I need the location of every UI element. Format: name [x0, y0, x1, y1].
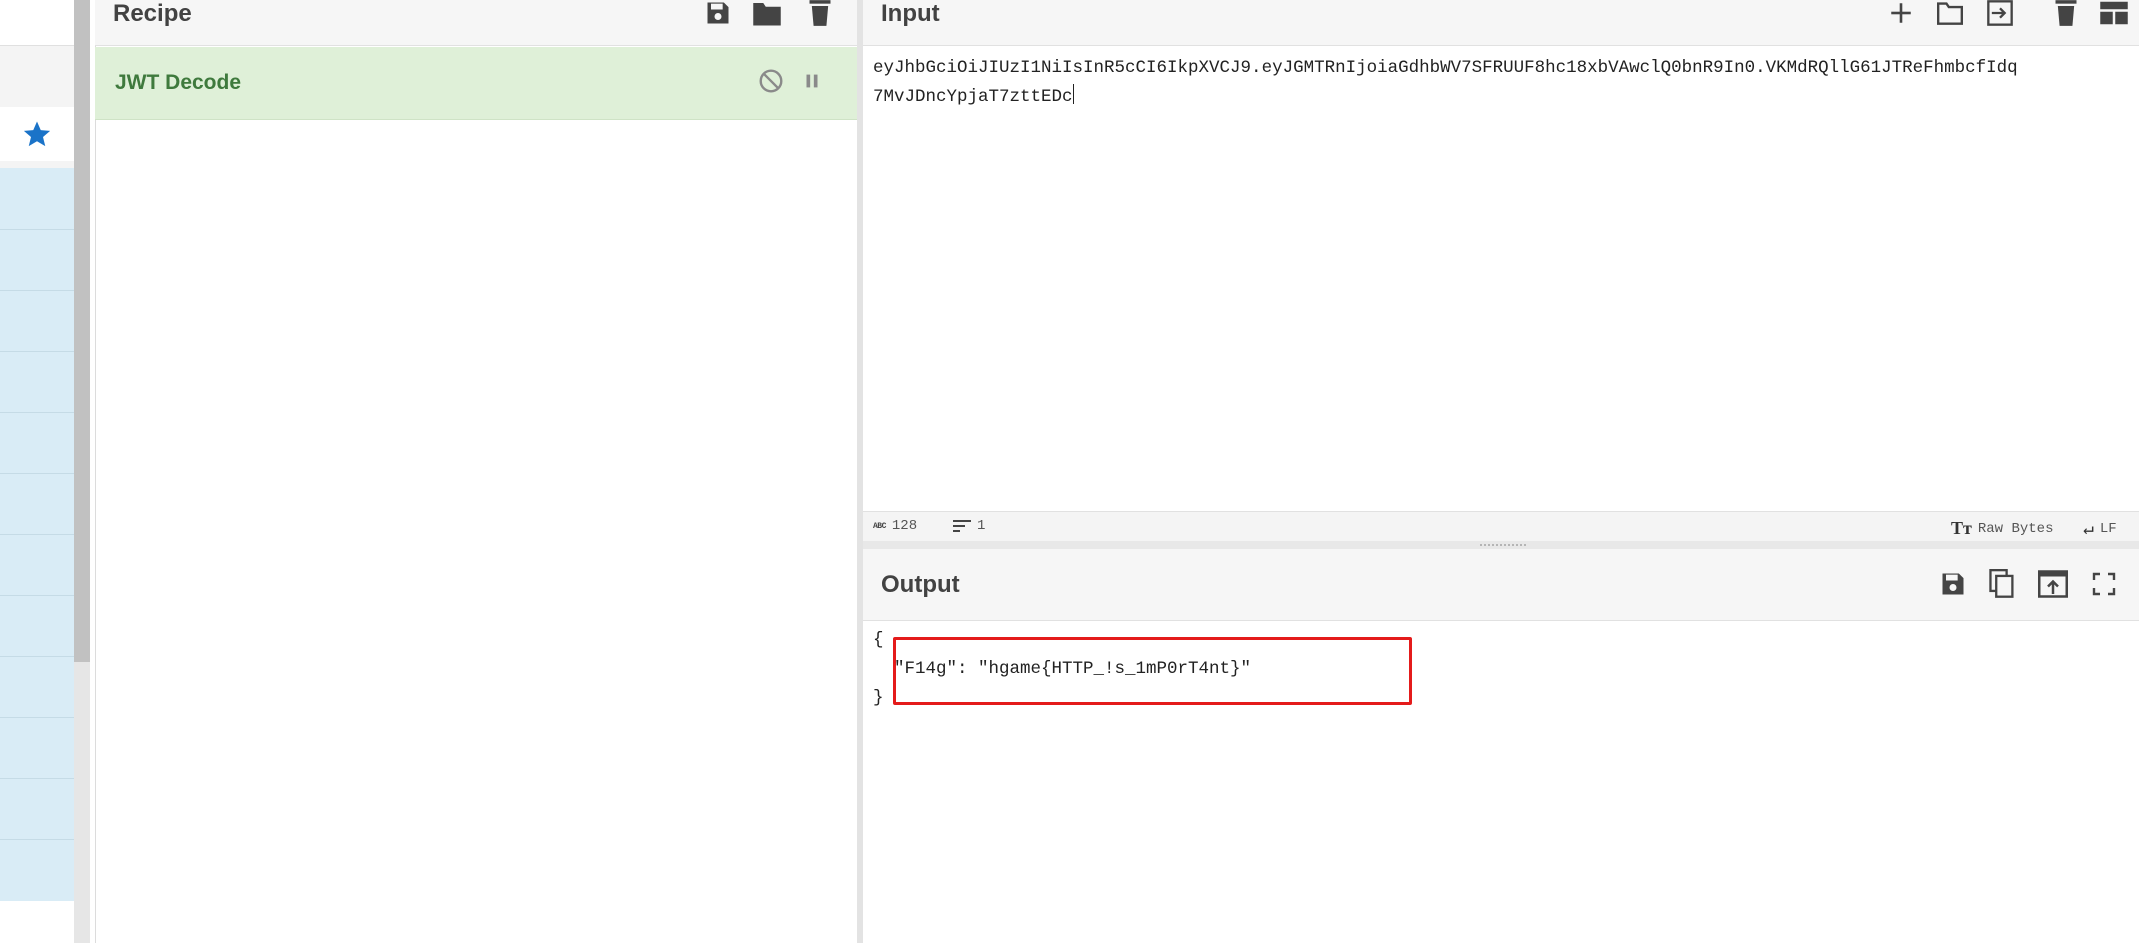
- category-divider: [0, 229, 74, 230]
- text-caret: [1072, 84, 1074, 104]
- input-line-2: 7MvJDncYpjaT7zttEDc: [873, 87, 1073, 107]
- star-icon: [23, 121, 51, 147]
- open-file-button[interactable]: [1933, 0, 1967, 29]
- input-lines-value: 1: [977, 518, 986, 534]
- category-divider: [0, 717, 74, 718]
- clear-input-button[interactable]: [2051, 0, 2081, 29]
- input-arrow-icon: [1987, 0, 2013, 26]
- category-divider: [0, 534, 74, 535]
- flag-highlight-box: [893, 637, 1412, 705]
- operations-scrollbar-thumb[interactable]: [74, 0, 90, 662]
- output-header: Output: [863, 549, 2139, 621]
- output-close-brace: }: [873, 688, 884, 708]
- input-encoding-value: Raw Bytes: [1977, 520, 2054, 537]
- replace-input-button[interactable]: [2036, 567, 2070, 601]
- category-divider: [0, 412, 74, 413]
- abc-icon: ABC: [873, 521, 886, 531]
- operations-search-area[interactable]: [0, 0, 74, 46]
- recipe-title: Recipe: [113, 0, 192, 27]
- splitter-grip[interactable]: [1480, 544, 1526, 546]
- input-textarea[interactable]: eyJhbGciOiJIUzI1NiIsInR5cCI6IkpXVCJ9.eyJ…: [873, 54, 2135, 494]
- category-divider: [0, 473, 74, 474]
- open-folder-button[interactable]: [1983, 0, 2017, 29]
- recipe-header: Recipe: [95, 0, 857, 46]
- maximize-icon: [2092, 572, 2116, 596]
- category-divider: [0, 656, 74, 657]
- copy-icon: [1989, 569, 2014, 598]
- category-divider: [0, 778, 74, 779]
- clear-recipe-button-icon-wrap[interactable]: [805, 0, 835, 28]
- favourites-category[interactable]: [0, 107, 74, 161]
- input-eol-selector[interactable]: ↵ LF: [2083, 518, 2117, 540]
- maximize-output-button[interactable]: [2087, 567, 2121, 601]
- category-divider: [0, 351, 74, 352]
- lines-icon: [953, 520, 971, 532]
- save-recipe-button[interactable]: [703, 0, 733, 28]
- operations-category-list[interactable]: [0, 168, 74, 901]
- output-title: Output: [881, 571, 960, 598]
- disable-operation-button[interactable]: [757, 67, 785, 95]
- load-recipe-button[interactable]: [752, 0, 782, 28]
- trash-icon: [809, 0, 831, 26]
- input-status-bar: ABC 128 1 Tт Raw Bytes ↵ LF: [863, 511, 2139, 541]
- recipe-operation-jwt-decode[interactable]: JWT Decode: [95, 47, 857, 120]
- save-icon: [707, 2, 729, 24]
- reset-layout-button[interactable]: [2097, 0, 2131, 29]
- input-length-value: 128: [891, 518, 918, 534]
- input-length-stat: ABC 128: [873, 518, 917, 534]
- pause-operation-button[interactable]: [798, 67, 826, 95]
- operations-footer: [0, 901, 74, 943]
- input-header: Input: [863, 0, 2139, 46]
- add-input-tab-button[interactable]: [1885, 0, 1917, 29]
- operation-name: JWT Decode: [115, 71, 242, 94]
- plus-icon: [1891, 3, 1911, 23]
- output-open-brace: {: [873, 630, 884, 650]
- category-divider: [0, 290, 74, 291]
- save-icon: [1942, 573, 1964, 595]
- vertical-splitter[interactable]: [857, 0, 863, 943]
- input-title: Input: [881, 0, 940, 27]
- recipe-panel: [95, 0, 857, 943]
- copy-output-button[interactable]: [1985, 567, 2019, 601]
- layout-icon: [2100, 1, 2128, 25]
- trash-icon: [2055, 0, 2077, 26]
- pause-icon: [806, 74, 818, 88]
- text-format-icon: Tт: [1951, 518, 1972, 538]
- input-encoding-selector[interactable]: Tт Raw Bytes: [1951, 518, 2053, 539]
- input-line-1: eyJhbGciOiJIUzI1NiIsInR5cCI6IkpXVCJ9.eyJ…: [873, 58, 2018, 78]
- input-lines-stat: 1: [953, 518, 985, 534]
- folder-icon: [1937, 2, 1963, 25]
- replace-input-icon: [2038, 570, 2068, 598]
- return-arrow-icon: ↵: [2083, 520, 2094, 540]
- category-divider: [0, 839, 74, 840]
- save-output-button[interactable]: [1936, 567, 1970, 601]
- input-eol-value: LF: [2099, 521, 2117, 537]
- disable-icon: [759, 69, 783, 93]
- folder-icon: [753, 3, 781, 26]
- category-divider: [0, 595, 74, 596]
